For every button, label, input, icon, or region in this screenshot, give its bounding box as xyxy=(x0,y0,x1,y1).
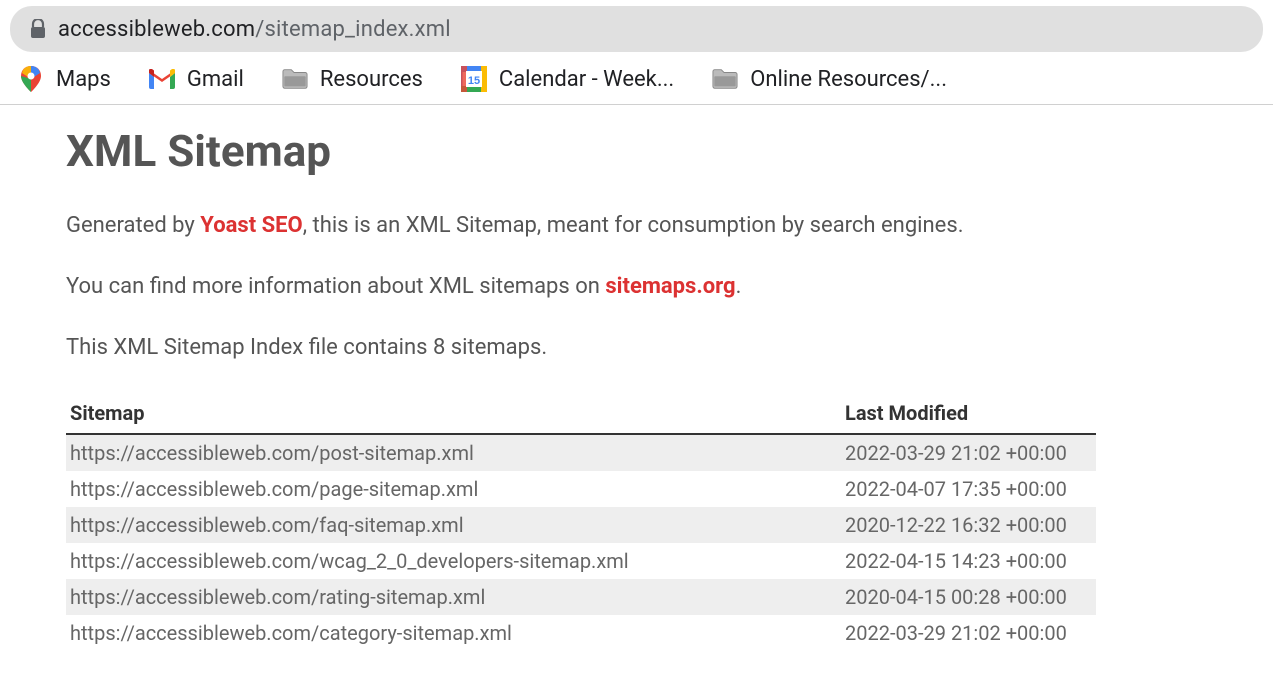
intro-line-2: You can find more information about XML … xyxy=(66,272,1207,303)
sitemap-url[interactable]: https://accessibleweb.com/wcag_2_0_devel… xyxy=(66,543,841,579)
sitemap-url[interactable]: https://accessibleweb.com/rating-sitemap… xyxy=(66,579,841,615)
folder-icon xyxy=(282,66,308,92)
last-modified: 2020-12-22 16:32 +00:00 xyxy=(841,507,1096,543)
sitemap-url[interactable]: https://accessibleweb.com/category-sitem… xyxy=(66,615,841,651)
sitemap-table: Sitemap Last Modified https://accessible… xyxy=(66,393,1096,651)
table-row: https://accessibleweb.com/faq-sitemap.xm… xyxy=(66,507,1096,543)
sitemap-url[interactable]: https://accessibleweb.com/page-sitemap.x… xyxy=(66,471,841,507)
yoast-link[interactable]: Yoast SEO xyxy=(200,213,302,238)
bookmark-calendar[interactable]: 15 Calendar - Week... xyxy=(461,66,674,92)
page-title: XML Sitemap xyxy=(66,125,1207,177)
page-content: XML Sitemap Generated by Yoast SEO, this… xyxy=(0,105,1273,671)
table-row: https://accessibleweb.com/rating-sitemap… xyxy=(66,579,1096,615)
table-row: https://accessibleweb.com/wcag_2_0_devel… xyxy=(66,543,1096,579)
bookmark-label: Maps xyxy=(56,67,111,92)
intro-line-1: Generated by Yoast SEO, this is an XML S… xyxy=(66,211,1207,242)
bookmark-maps[interactable]: Maps xyxy=(18,66,111,92)
table-row: https://accessibleweb.com/category-sitem… xyxy=(66,615,1096,651)
calendar-icon: 15 xyxy=(461,66,487,92)
bookmark-label: Resources xyxy=(320,67,423,92)
folder-icon xyxy=(712,66,738,92)
svg-text:15: 15 xyxy=(468,75,480,87)
bookmark-resources[interactable]: Resources xyxy=(282,66,423,92)
bookmark-label: Gmail xyxy=(187,67,244,92)
bookmark-label: Calendar - Week... xyxy=(499,67,674,92)
sitemap-url[interactable]: https://accessibleweb.com/post-sitemap.x… xyxy=(66,434,841,471)
url-text: accessibleweb.com/sitemap_index.xml xyxy=(58,17,451,42)
bookmark-gmail[interactable]: Gmail xyxy=(149,66,244,92)
table-row: https://accessibleweb.com/post-sitemap.x… xyxy=(66,434,1096,471)
col-sitemap: Sitemap xyxy=(66,393,841,434)
last-modified: 2022-03-29 21:02 +00:00 xyxy=(841,434,1096,471)
gmail-icon xyxy=(149,66,175,92)
last-modified: 2022-04-15 14:23 +00:00 xyxy=(841,543,1096,579)
last-modified: 2020-04-15 00:28 +00:00 xyxy=(841,579,1096,615)
sitemap-url[interactable]: https://accessibleweb.com/faq-sitemap.xm… xyxy=(66,507,841,543)
bookmarks-bar: Maps Gmail Resources xyxy=(0,52,1273,105)
url-domain: accessibleweb.com xyxy=(58,17,255,42)
table-row: https://accessibleweb.com/page-sitemap.x… xyxy=(66,471,1096,507)
bookmark-online-resources[interactable]: Online Resources/... xyxy=(712,66,947,92)
last-modified: 2022-03-29 21:02 +00:00 xyxy=(841,615,1096,651)
count-line: This XML Sitemap Index file contains 8 s… xyxy=(66,333,1207,364)
col-last-modified: Last Modified xyxy=(841,393,1096,434)
lock-icon xyxy=(30,19,46,39)
bookmark-label: Online Resources/... xyxy=(750,67,947,92)
address-bar[interactable]: accessibleweb.com/sitemap_index.xml xyxy=(10,6,1263,52)
url-path: /sitemap_index.xml xyxy=(255,17,451,42)
last-modified: 2022-04-07 17:35 +00:00 xyxy=(841,471,1096,507)
maps-icon xyxy=(18,66,44,92)
sitemaps-org-link[interactable]: sitemaps.org xyxy=(605,274,735,299)
